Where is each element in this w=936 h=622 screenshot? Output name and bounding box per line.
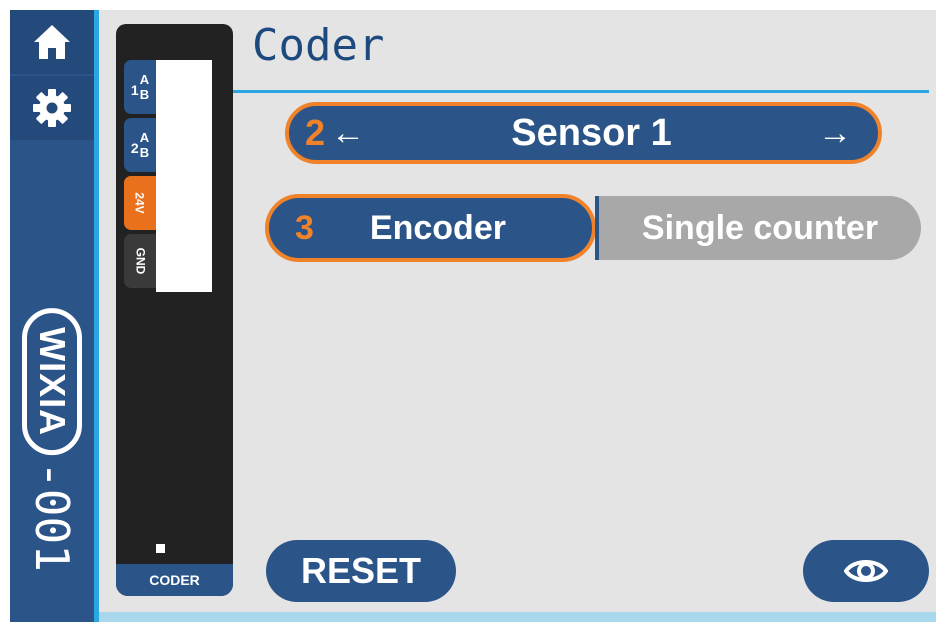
pin-number: 2 (130, 140, 139, 156)
connector-indicator (156, 544, 165, 553)
step-marker-2: 2 (305, 112, 326, 153)
mode-single-counter-button[interactable]: Single counter (599, 196, 921, 260)
pin-2-ab: 2 A B (124, 118, 156, 172)
mode-encoder-label: Encoder (369, 208, 506, 247)
connector-diagram: 1 A B 2 A B 24V GND CODER (116, 24, 233, 596)
sensor-name: Sensor 1 (511, 111, 672, 154)
sensor-selector: 2 ← Sensor 1 → (285, 102, 882, 164)
pin-number: 1 (130, 82, 139, 98)
connector-label: CODER (116, 564, 233, 596)
pin-a-label: A (139, 72, 150, 87)
title-divider (233, 90, 929, 93)
page-title: Coder (252, 20, 385, 71)
brand-logo: WIXIA (22, 308, 82, 456)
pin-1-ab: 1 A B (124, 60, 156, 114)
pin-24v-label: 24V (132, 192, 147, 214)
pin-gnd: GND (124, 234, 156, 288)
pin-b-label: B (139, 145, 150, 160)
arrow-left-icon[interactable]: ← (331, 114, 365, 153)
gear-icon (33, 89, 71, 127)
bottom-strip (99, 612, 936, 622)
home-icon (34, 25, 70, 59)
device-id: -001 (25, 461, 79, 572)
mode-encoder-button[interactable]: 3 Encoder (265, 194, 596, 262)
eye-icon (844, 560, 888, 582)
home-button[interactable] (10, 10, 94, 74)
pin-gnd-label: GND (132, 247, 147, 275)
view-button[interactable] (803, 540, 929, 602)
settings-button[interactable] (10, 76, 94, 140)
arrow-right-icon[interactable]: → (818, 114, 852, 153)
pin-24v: 24V (124, 176, 156, 230)
reset-button[interactable]: RESET (266, 540, 456, 602)
pin-b-label: B (139, 87, 150, 102)
sidebar: WIXIA -001 (10, 10, 94, 622)
brand: WIXIA -001 (22, 308, 82, 572)
pin-a-label: A (139, 130, 150, 145)
step-marker-3: 3 (295, 208, 314, 247)
connector-terminal-block (156, 60, 212, 292)
